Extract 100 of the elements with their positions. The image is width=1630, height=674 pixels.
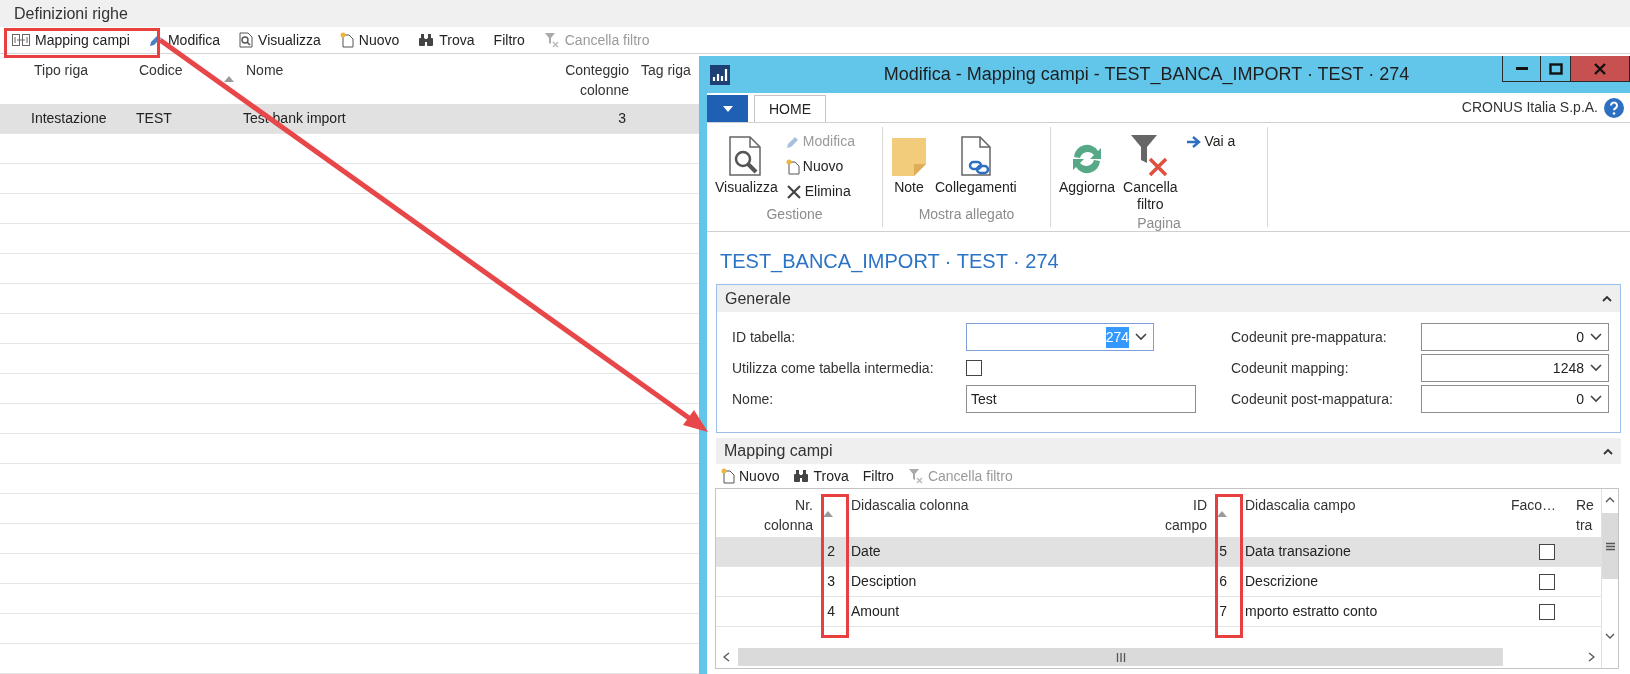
new-document-icon: [339, 32, 354, 48]
minimize-icon: [1515, 66, 1528, 71]
checkbox[interactable]: [966, 360, 982, 376]
column-header[interactable]: Nr. colonna: [763, 495, 813, 537]
note-icon: [891, 137, 927, 177]
column-header[interactable]: Nome: [246, 60, 284, 100]
table-cell-text: 4: [827, 602, 835, 621]
chevron-up-icon: [1602, 295, 1612, 302]
table-cell: Date: [851, 543, 881, 559]
checkbox[interactable]: [1539, 573, 1555, 590]
close-button[interactable]: [1571, 56, 1630, 82]
window-title: Modifica - Mapping campi - TEST_BANCA_IMPORT · TEST · 274: [882, 63, 1411, 87]
field-label: Utilizza come tabella intermedia:: [732, 358, 935, 378]
ribbon-group-label: Mostra allegato: [918, 205, 1015, 224]
table-cell-text: 3: [827, 572, 835, 591]
dropdown-field[interactable]: 0: [1421, 385, 1609, 413]
column-header[interactable]: Tag riga: [641, 60, 691, 100]
toolbar-button[interactable]: Nuovo: [339, 29, 400, 51]
ribbon-button[interactable]: Cancella filtro: [1123, 129, 1178, 213]
table-cell-text: Intestazione: [31, 109, 107, 128]
clear-filter-icon: [543, 32, 560, 48]
dropdown-triangle-icon: [722, 105, 733, 112]
caret-icon: [1590, 395, 1602, 403]
toolbar-button[interactable]: Nuovo: [721, 465, 780, 487]
column-header[interactable]: ID campo: [1164, 495, 1207, 537]
toolbar-button[interactable]: Trova: [418, 29, 475, 51]
column-header[interactable]: Faco…: [1511, 495, 1557, 537]
binoculars-icon: [418, 33, 435, 47]
checkbox[interactable]: [1539, 603, 1555, 620]
section-title: Mapping campi: [724, 441, 833, 461]
maximize-icon: [1548, 62, 1563, 75]
field-label: Nome:: [732, 389, 775, 409]
table-cell: Descrizione: [1245, 573, 1319, 589]
left-chevron-icon: [722, 652, 730, 662]
ribbon-button[interactable]: Aggiorna: [1059, 129, 1116, 213]
column-header[interactable]: Conteggio colonne: [565, 60, 629, 100]
table-cell: Desciption: [851, 573, 917, 589]
record-title: TEST_BANCA_IMPORT · TEST · 274: [720, 250, 1059, 272]
table-row[interactable]: 2 Date 5 Data transazione: [716, 537, 1601, 567]
toolbar-button[interactable]: Modifica: [148, 29, 221, 51]
menu-dropdown-button[interactable]: [707, 95, 748, 122]
table-cell-text: 2: [827, 542, 835, 561]
toolbar-button[interactable]: Mapping campi: [12, 29, 130, 51]
field-label: Codeunit post-mappatura:: [1231, 389, 1394, 409]
field-label: Codeunit mapping:: [1231, 358, 1350, 378]
pencil-icon: [785, 134, 800, 149]
ribbon-button[interactable]: Note: [891, 129, 927, 204]
table-cell-text: 7: [1219, 602, 1227, 621]
field-label: Codeunit pre-mappatura:: [1231, 327, 1388, 347]
table-cell-text: 3: [618, 109, 626, 128]
section-title: Generale: [725, 288, 791, 309]
ribbon-button[interactable]: Collegamenti: [935, 129, 1017, 204]
chevron-up-icon: [1603, 447, 1613, 455]
ribbon-button[interactable]: Visualizza: [715, 129, 778, 204]
ribbon-button[interactable]: Nuovo: [785, 154, 855, 179]
column-header[interactable]: Tipo riga: [34, 60, 88, 100]
app-chart-icon: [709, 63, 731, 86]
table-cell: Amount: [851, 603, 900, 619]
minimize-button[interactable]: [1502, 56, 1541, 82]
page-title: Definizioni righe: [14, 5, 128, 22]
scrollbar-thumb[interactable]: [738, 648, 1503, 666]
dropdown-field[interactable]: 0: [1421, 323, 1609, 351]
scrollbar-thumb[interactable]: [1602, 513, 1618, 579]
new-document-icon: [785, 158, 800, 175]
table-cell-text: TEST: [136, 109, 172, 128]
caret-icon: [1590, 364, 1602, 372]
section-header[interactable]: Generale: [717, 285, 1620, 312]
ribbon-button[interactable]: Vai a: [1185, 129, 1236, 154]
cross-icon: [785, 183, 802, 200]
table-cell-text: 6: [1219, 572, 1227, 591]
toolbar-button[interactable]: Filtro: [493, 29, 525, 51]
table-cell: Data transazione: [1245, 543, 1351, 559]
binoculars-icon: [793, 469, 810, 483]
company-name: CRONUS Italia S.p.A.: [1461, 98, 1598, 117]
ribbon-button[interactable]: Elimina: [785, 179, 855, 204]
grip-icon: [1605, 541, 1615, 551]
column-header[interactable]: Codice: [139, 60, 183, 100]
column-header[interactable]: Re tra: [1576, 495, 1594, 537]
close-icon: [1594, 62, 1606, 75]
right-chevron-icon: [1587, 652, 1595, 662]
column-header[interactable]: Didascalia colonna: [851, 495, 969, 537]
toolbar-button[interactable]: Filtro: [862, 465, 894, 487]
toolbar-button[interactable]: Trova: [793, 465, 849, 487]
up-chevron-icon: [1605, 495, 1615, 503]
help-icon: [1604, 97, 1624, 118]
column-header[interactable]: Didascalia campo: [1245, 495, 1356, 537]
mapping-icon: [12, 34, 30, 46]
section-header[interactable]: Mapping campi: [716, 438, 1621, 464]
field-label: ID tabella:: [732, 327, 797, 347]
dropdown-field[interactable]: 1248: [1421, 354, 1609, 382]
down-chevron-icon: [1605, 632, 1615, 640]
toolbar-button[interactable]: Visualizza: [239, 29, 321, 51]
text-field[interactable]: Test: [966, 385, 1196, 413]
table-cell-text: 5: [1219, 542, 1227, 561]
ribbon-tab[interactable]: HOME: [754, 95, 826, 122]
document-magnifier-icon: [239, 32, 254, 48]
checkbox[interactable]: [1539, 543, 1555, 560]
caret-icon: [1135, 333, 1147, 341]
caret-icon: [1590, 333, 1602, 341]
ribbon-group-label: Gestione: [766, 205, 823, 224]
